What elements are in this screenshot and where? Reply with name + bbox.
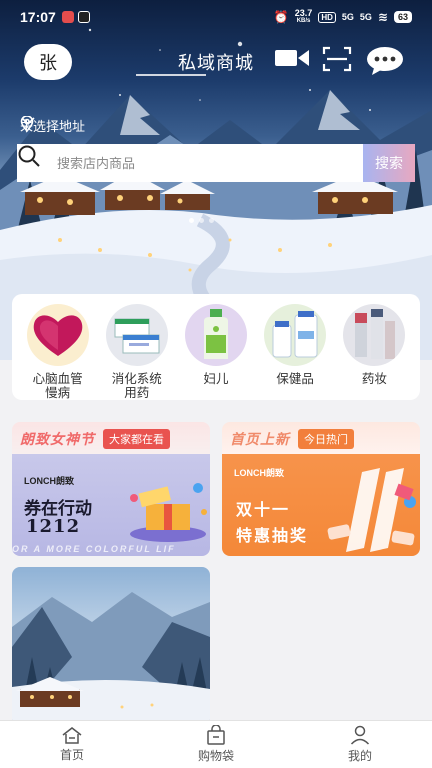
carousel-dot[interactable] xyxy=(189,218,194,223)
banner-subheadline: 1212 xyxy=(26,516,81,537)
tab-home[interactable]: 首页 xyxy=(0,721,144,768)
hd-badge: HD xyxy=(318,11,336,23)
status-bar: 17:07 ⏰ 23.7 KB/s HD 5G 5G ≋ 63 xyxy=(0,0,432,34)
banner-title: 首页上新 xyxy=(230,431,290,447)
search-bar: 搜索 xyxy=(17,144,415,182)
search-button[interactable]: 搜索 xyxy=(363,144,415,182)
banner-subheadline: 特惠抽奖 xyxy=(236,528,309,545)
alarm-icon: ⏰ xyxy=(273,10,289,24)
gift-box-illustration xyxy=(130,483,207,542)
scan-icon[interactable] xyxy=(322,46,358,78)
category-item[interactable]: 药妆 xyxy=(336,304,412,400)
location-selector[interactable]: 未选择地址 xyxy=(20,116,85,135)
title-underline xyxy=(136,74,206,76)
category-item[interactable]: 妇儿 xyxy=(178,304,254,400)
tab-label: 我的 xyxy=(347,749,372,763)
tiktok-notification-icon xyxy=(77,11,90,23)
search-icon xyxy=(18,144,57,182)
video-icon[interactable] xyxy=(274,46,310,78)
supplement-bottles-icon xyxy=(264,304,327,366)
maps-notification-icon xyxy=(61,11,74,23)
tab-shopping-bag[interactable]: 购物袋 xyxy=(144,721,288,768)
chevron-down-icon xyxy=(21,117,35,126)
promo-banner-goddess[interactable]: 朗致女神节 大家都在看 LONCH朗致 券在行动 1212 OR A MORE … xyxy=(12,422,210,556)
heart-product-icon xyxy=(26,304,89,366)
chat-icon[interactable] xyxy=(366,46,403,78)
bottle-product-icon xyxy=(184,304,247,366)
search-input[interactable] xyxy=(57,145,363,181)
product-card[interactable] xyxy=(12,567,210,727)
brand-logo: LONCH朗致 xyxy=(234,468,284,478)
category-label: 妇儿 xyxy=(203,372,229,386)
tab-profile[interactable]: 我的 xyxy=(288,721,432,768)
carousel-indicator xyxy=(189,218,214,223)
category-label: 消化系统 用药 xyxy=(111,372,162,400)
banner-tag: 大家都在看 xyxy=(103,429,170,449)
banner-header: 首页上新 今日热门 xyxy=(222,422,420,456)
category-label: 心脑血管 慢病 xyxy=(32,372,83,400)
banner-headline: 双十一 xyxy=(236,502,291,519)
product-image xyxy=(12,567,210,727)
brand-logo: LONCH朗致 xyxy=(24,476,74,486)
category-label: 保健品 xyxy=(276,372,314,386)
signal-5g-2: 5G xyxy=(359,12,372,22)
banner-header: 朗致女神节 大家都在看 xyxy=(12,422,210,456)
battery-indicator: 63 xyxy=(393,11,412,23)
medicine-box-icon xyxy=(105,304,168,366)
banner-tag: 今日热门 xyxy=(298,429,354,449)
banner-footline: OR A MORE COLORFUL LIF xyxy=(12,544,176,554)
carousel-dot[interactable] xyxy=(209,218,214,223)
signal-5g-1: 5G xyxy=(341,12,354,22)
category-item[interactable]: 心脑血管 慢病 xyxy=(20,304,96,400)
tab-label: 购物袋 xyxy=(197,749,234,763)
lucky-draw-illustration xyxy=(327,468,416,552)
category-label: 药妆 xyxy=(361,372,387,386)
promo-banner-new[interactable]: 首页上新 今日热门 LONCH朗致 双十一 特惠抽奖 xyxy=(222,422,420,556)
wifi-icon: ≋ xyxy=(377,10,388,24)
net-speed: 23.7 KB/s xyxy=(294,8,313,25)
user-icon xyxy=(350,725,370,745)
top-bar: 张 私域商城 xyxy=(0,40,432,84)
home-icon xyxy=(62,727,82,744)
category-grid: 心脑血管 慢病 消化系统 用药 妇儿 保健品 药妆 xyxy=(12,294,420,400)
bottom-tab-bar: 首页 购物袋 我的 xyxy=(0,720,432,768)
carousel-dot[interactable] xyxy=(199,218,204,223)
tab-label: 首页 xyxy=(59,748,84,762)
category-item[interactable]: 消化系统 用药 xyxy=(99,304,175,400)
bag-icon xyxy=(207,725,225,745)
cosmetics-icon xyxy=(343,304,406,366)
banner-title: 朗致女神节 xyxy=(20,431,95,447)
category-item[interactable]: 保健品 xyxy=(257,304,333,400)
status-time: 17:07 xyxy=(20,9,56,25)
